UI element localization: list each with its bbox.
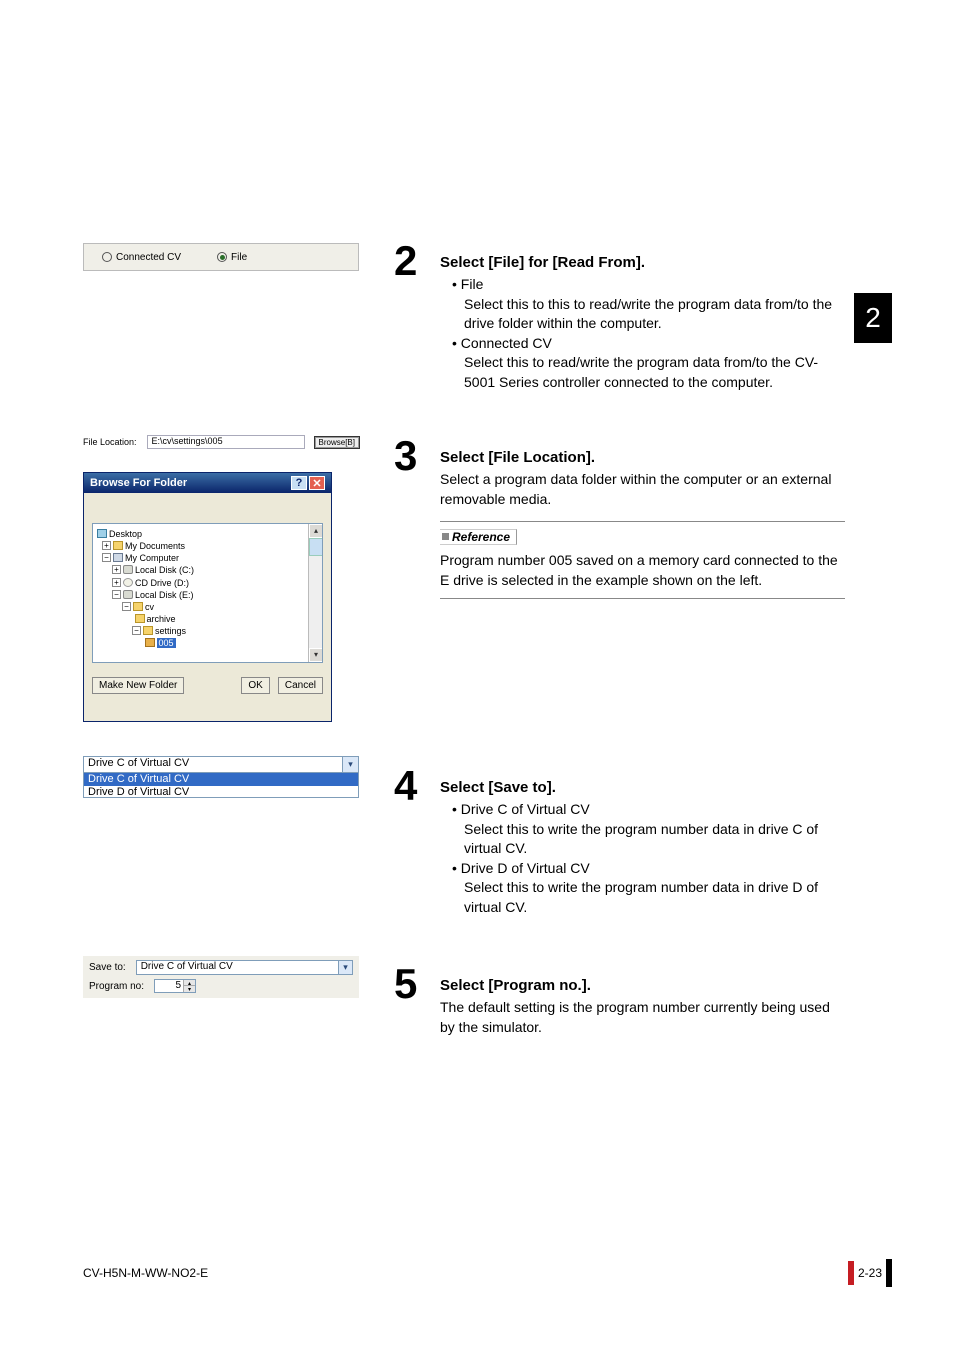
collapse-icon[interactable]: − [132, 626, 141, 635]
dropdown-selected[interactable]: Drive C of Virtual CV▾ [84, 757, 358, 773]
spinner-down-icon[interactable]: ▾ [183, 985, 195, 992]
page-number: 2-23 [858, 1266, 882, 1280]
dialog-title: Browse For Folder [90, 477, 187, 489]
save-to-dropdown-open[interactable]: Drive C of Virtual CV▾ Drive C of Virtua… [83, 756, 359, 798]
make-new-folder-button[interactable]: Make New Folder [92, 677, 184, 694]
cd-icon [123, 578, 133, 587]
dropdown-option-d[interactable]: Drive D of Virtual CV [84, 786, 358, 799]
step-5-desc: The default setting is the program numbe… [440, 998, 840, 1037]
radio-connected-label: Connected CV [116, 252, 181, 263]
tree-cd-d[interactable]: +CD Drive (D:) [97, 577, 318, 589]
step-3-body: Select a program data folder within the … [440, 470, 840, 509]
page-footer: CV-H5N-M-WW-NO2-E 2-23 [83, 1259, 892, 1287]
ok-button[interactable]: OK [241, 677, 269, 694]
scroll-thumb[interactable] [309, 538, 323, 556]
step-2-title: Select [File] for [Read From]. [440, 254, 645, 271]
tree-scrollbar[interactable]: ▴ ▾ [308, 524, 322, 662]
step-4-d-desc: Select this to write the program number … [464, 878, 840, 917]
save-to-select[interactable]: Drive C of Virtual CV▾ [136, 960, 353, 975]
folder-tree[interactable]: Desktop +My Documents −My Computer +Loca… [92, 523, 323, 663]
folder-icon [133, 602, 143, 611]
step-2-bullet-connected: • Connected CV [452, 334, 840, 354]
tree-desktop[interactable]: Desktop [97, 528, 318, 540]
save-program-panel: Save to: Drive C of Virtual CV▾ Program … [83, 956, 359, 998]
chevron-down-icon[interactable]: ▾ [338, 961, 352, 974]
desktop-icon [97, 529, 107, 538]
tree-local-e[interactable]: −Local Disk (E:) [97, 589, 318, 601]
collapse-icon[interactable]: − [122, 602, 131, 611]
collapse-icon[interactable]: − [112, 590, 121, 599]
footer-black-bar [886, 1259, 892, 1287]
file-location-input[interactable]: E:\cv\settings\005 [147, 435, 305, 449]
file-location-label: File Location: [83, 437, 137, 447]
chapter-tab: 2 [854, 293, 892, 343]
dropdown-option-c[interactable]: Drive C of Virtual CV [84, 773, 358, 786]
help-icon[interactable]: ? [291, 476, 307, 490]
dialog-titlebar: Browse For Folder ? ✕ [84, 473, 331, 493]
cancel-button[interactable]: Cancel [278, 677, 323, 694]
folder-icon [113, 541, 123, 550]
tree-archive[interactable]: archive [97, 613, 318, 625]
step-5-body: The default setting is the program numbe… [440, 998, 840, 1037]
step-4-title: Select [Save to]. [440, 779, 556, 796]
folder-open-icon [145, 638, 155, 647]
chevron-down-icon[interactable]: ▾ [342, 757, 358, 772]
reference-box: Reference Program number 005 saved on a … [440, 521, 845, 599]
close-icon[interactable]: ✕ [309, 476, 325, 490]
folder-icon [143, 626, 153, 635]
step-4-number: 4 [394, 762, 417, 810]
step-4-c-desc: Select this to write the program number … [464, 820, 840, 859]
step-2-body: • File Select this to this to read/write… [440, 275, 840, 393]
reference-text: Program number 005 saved on a memory car… [440, 551, 845, 590]
tree-local-c[interactable]: +Local Disk (C:) [97, 564, 318, 576]
tree-005[interactable]: 005 [97, 637, 318, 649]
expand-icon[interactable]: + [112, 578, 121, 587]
step-5-number: 5 [394, 960, 417, 1008]
expand-icon[interactable]: + [102, 541, 111, 550]
radio-icon [102, 252, 112, 262]
read-from-panel: Connected CV File [83, 243, 359, 271]
step-4-bullet-d: • Drive D of Virtual CV [452, 859, 840, 879]
collapse-icon[interactable]: − [102, 553, 111, 562]
tree-mycomp[interactable]: −My Computer [97, 552, 318, 564]
tree-settings[interactable]: −settings [97, 625, 318, 637]
step-2-file-desc: Select this to this to read/write the pr… [464, 295, 840, 334]
radio-file-label: File [231, 252, 247, 263]
reference-label: Reference [440, 529, 517, 545]
tree-mydocs[interactable]: +My Documents [97, 540, 318, 552]
step-3-desc: Select a program data folder within the … [440, 470, 840, 509]
folder-icon [135, 614, 145, 623]
step-5-title: Select [Program no.]. [440, 977, 591, 994]
step-2-bullet-file: • File [452, 275, 840, 295]
browse-folder-dialog: Browse For Folder ? ✕ Desktop +My Docume… [83, 472, 332, 722]
step-4-bullet-c: • Drive C of Virtual CV [452, 800, 840, 820]
program-no-spinner[interactable]: 5▴▾ [154, 979, 196, 993]
scroll-down-icon[interactable]: ▾ [309, 648, 323, 662]
disk-icon [123, 590, 133, 599]
step-3-number: 3 [394, 432, 417, 480]
radio-connected-cv[interactable]: Connected CV [102, 252, 181, 263]
step-4-body: • Drive C of Virtual CV Select this to w… [440, 800, 840, 918]
tree-cv[interactable]: −cv [97, 601, 318, 613]
disk-icon [123, 565, 133, 574]
scroll-up-icon[interactable]: ▴ [309, 524, 323, 538]
file-location-row: File Location: E:\cv\settings\005 Browse… [83, 432, 359, 452]
expand-icon[interactable]: + [112, 565, 121, 574]
step-2-connected-desc: Select this to read/write the program da… [464, 353, 840, 392]
footer-red-bar [848, 1261, 854, 1285]
step-2-number: 2 [394, 237, 417, 285]
computer-icon [113, 553, 123, 562]
step-3-title: Select [File Location]. [440, 449, 595, 466]
program-no-label: Program no: [89, 981, 144, 992]
browse-button[interactable]: Browse[B] [315, 437, 359, 448]
radio-file[interactable]: File [217, 252, 247, 263]
radio-icon [217, 252, 227, 262]
doc-id: CV-H5N-M-WW-NO2-E [83, 1266, 208, 1280]
save-to-label: Save to: [89, 962, 126, 973]
